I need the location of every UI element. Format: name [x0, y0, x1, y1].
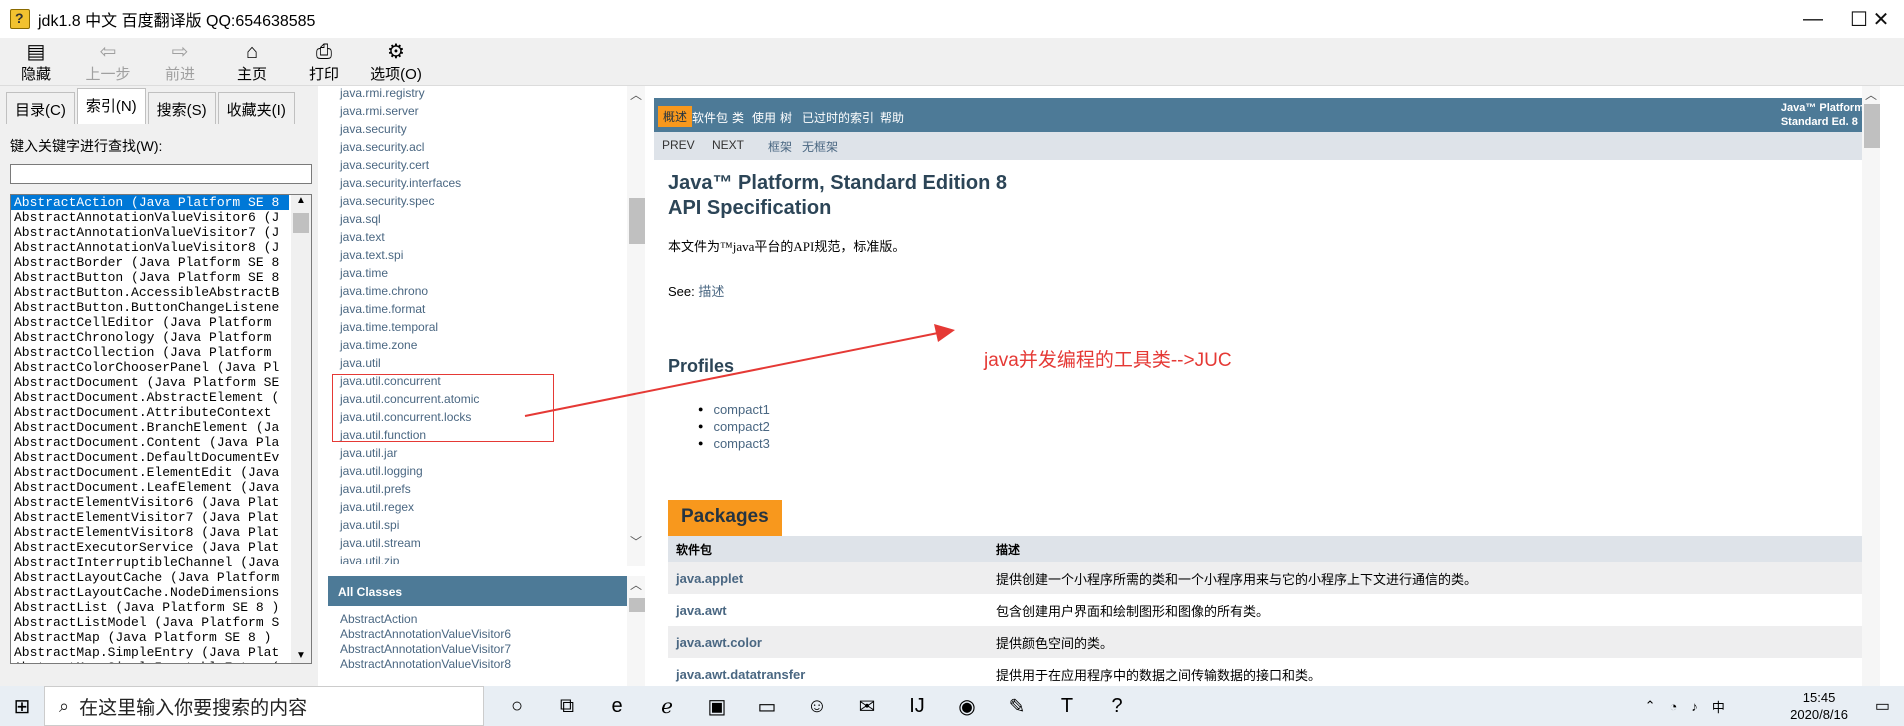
cortana-icon[interactable]: ○ — [492, 686, 542, 726]
tray-chevron-icon[interactable]: ⌃ — [1645, 698, 1656, 714]
chrome-icon[interactable]: ◉ — [942, 686, 992, 726]
taskbar: ⊞ ⌕ 在这里输入你要搜索的内容 ○ ⧉ e ℯ ▣ ▭ ☺ ✉ IJ ◉ ✎ T? ⌃ ◔ ♪ 中 ▭… — [0, 686, 1904, 726]
clock[interactable]: 15:45 2020/8/16 — [1790, 689, 1848, 723]
network-icon[interactable]: ◔ — [1670, 699, 1678, 714]
avatar-app-icon[interactable]: ☺ — [792, 686, 842, 726]
intellij-icon[interactable]: IJ — [892, 686, 942, 726]
notification-icon[interactable]: ▭ — [1875, 696, 1890, 716]
taskbar-search-box[interactable]: ⌕ 在这里输入你要搜索的内容 — [44, 686, 484, 726]
search-icon: ⌕ — [59, 695, 70, 716]
system-tray: ⌃ ◔ ♪ 中 ▭ — [1645, 686, 1904, 726]
evernote-icon[interactable]: ✎ — [992, 686, 1042, 726]
wechat-icon[interactable]: ✉ — [842, 686, 892, 726]
task-view-icon[interactable]: ⧉ — [542, 686, 592, 726]
input-method-icon[interactable]: 中 — [1712, 697, 1725, 716]
file-explorer-icon[interactable]: ▭ — [742, 686, 792, 726]
ie-icon[interactable]: ℯ — [642, 686, 692, 726]
volume-icon[interactable]: ♪ — [1691, 699, 1698, 714]
office-icon[interactable]: ▣ — [692, 686, 742, 726]
windows-start-icon[interactable]: ⊞ — [0, 694, 44, 719]
jdk-help-icon[interactable]: ? — [1092, 686, 1142, 726]
typora-icon[interactable]: T — [1042, 686, 1092, 726]
annotation-arrow — [524, 324, 955, 417]
edge-icon[interactable]: e — [592, 686, 642, 726]
